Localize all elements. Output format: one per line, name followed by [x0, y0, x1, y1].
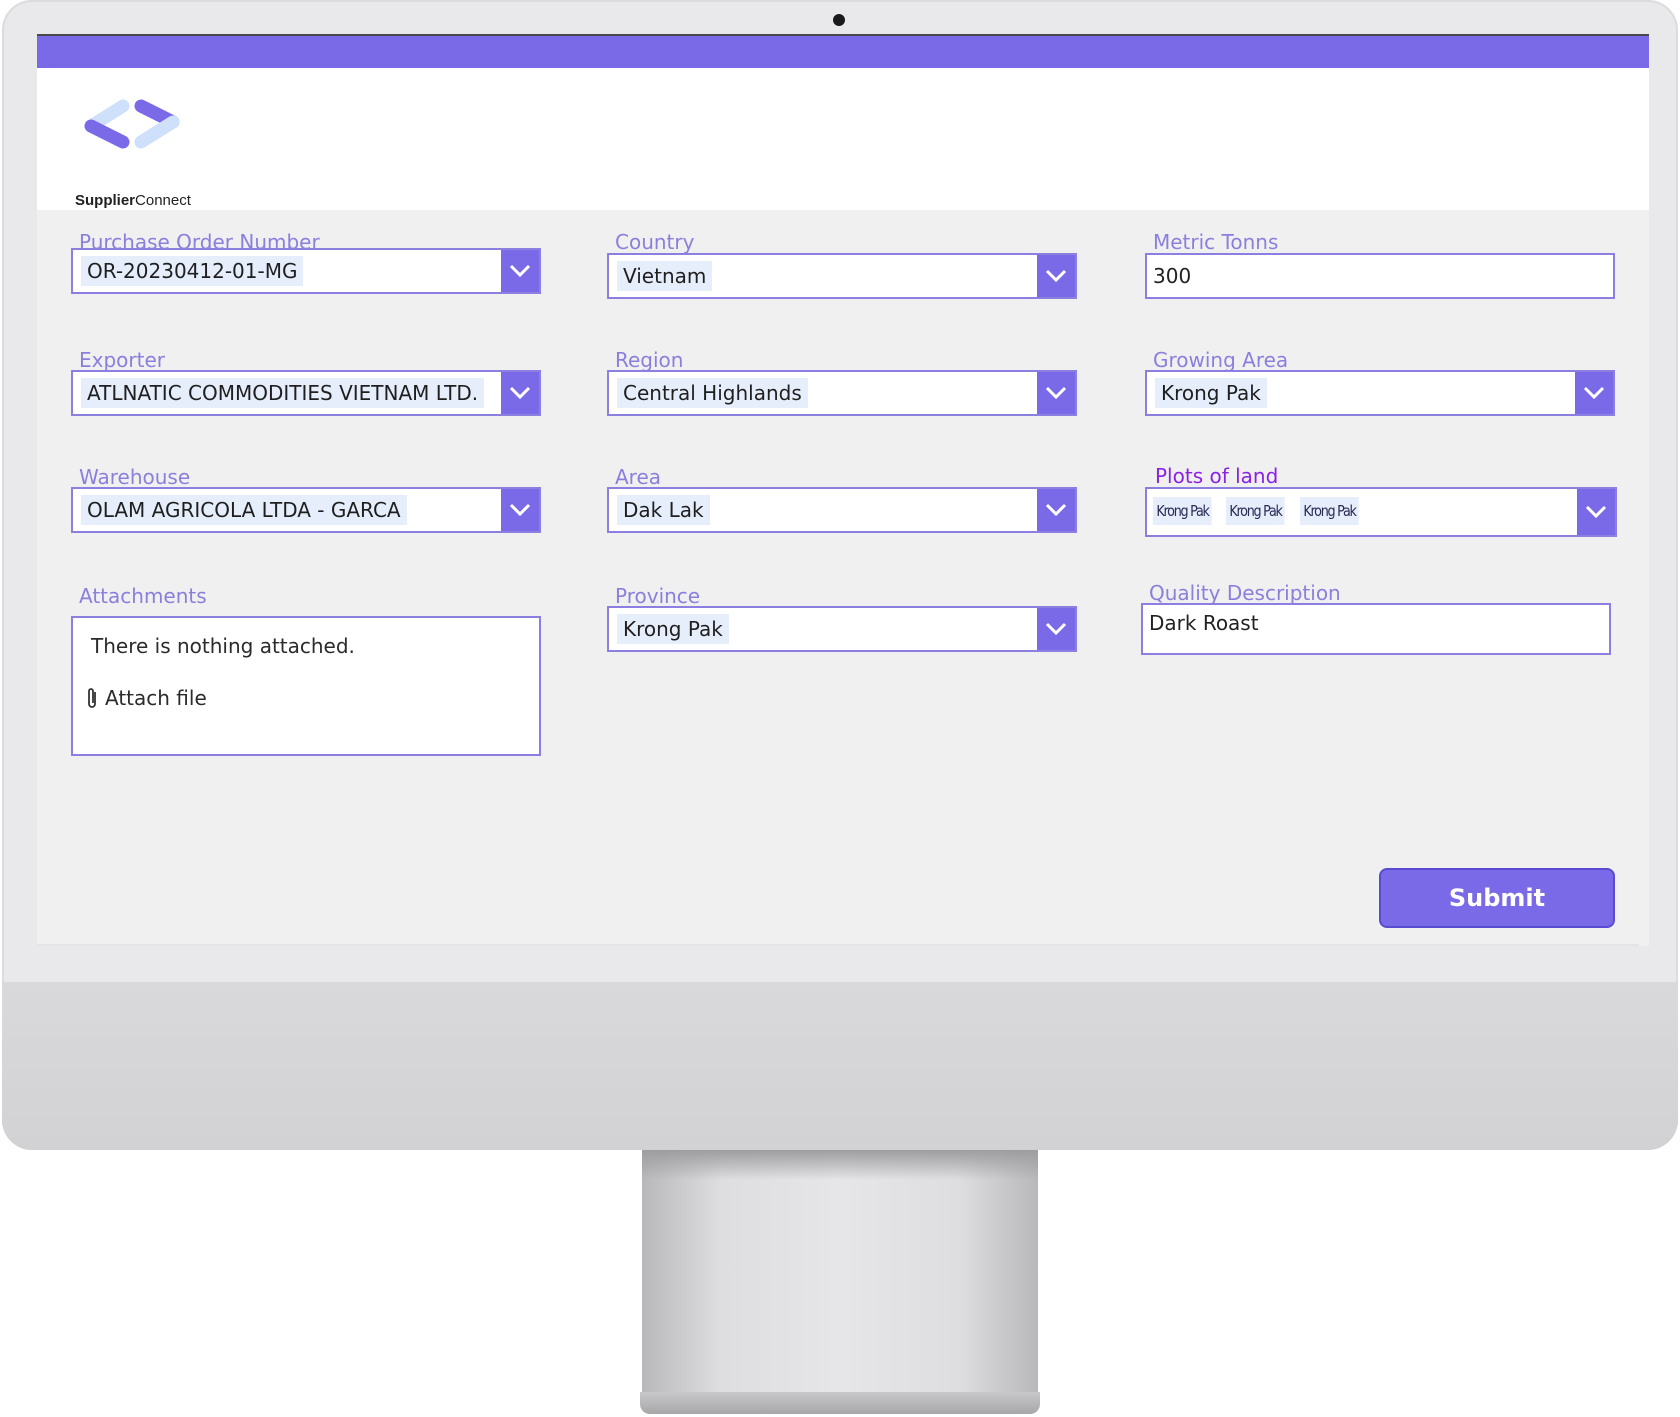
province-label: Province: [615, 584, 701, 608]
attachments-label: Attachments: [79, 584, 207, 608]
chevron-down-icon[interactable]: [1037, 608, 1075, 650]
plots-chip-list: Krong Pak Krong Pak Krong Pak: [1153, 497, 1369, 525]
purchase-order-value: OR-20230412-01-MG: [81, 256, 304, 286]
metric-tonns-input[interactable]: 300: [1145, 253, 1615, 299]
growing-area-value: Krong Pak: [1155, 378, 1267, 408]
quality-description-label: Quality Description: [1149, 581, 1341, 605]
app-screen: SupplierConnect Purchase Order Number OR…: [37, 34, 1649, 946]
province-dropdown[interactable]: Krong Pak: [607, 606, 1077, 652]
chevron-down-icon[interactable]: [1037, 372, 1075, 414]
region-label: Region: [615, 348, 684, 372]
plot-chip[interactable]: Krong Pak: [1226, 497, 1286, 525]
purchase-order-dropdown[interactable]: OR-20230412-01-MG: [71, 248, 541, 294]
monitor-chin: [2, 982, 1678, 1150]
area-value: Dak Lak: [617, 495, 710, 525]
screen-divider: [37, 944, 1639, 946]
area-dropdown[interactable]: Dak Lak: [607, 487, 1077, 533]
growing-area-dropdown[interactable]: Krong Pak: [1145, 370, 1615, 416]
monitor-stand: [642, 1150, 1038, 1392]
camera-icon: [833, 14, 845, 26]
monitor-stand-base: [640, 1392, 1040, 1414]
chevron-down-icon[interactable]: [501, 372, 539, 414]
warehouse-label: Warehouse: [79, 465, 191, 489]
region-dropdown[interactable]: Central Highlands: [607, 370, 1077, 416]
plot-chip[interactable]: Krong Pak: [1153, 497, 1212, 525]
chevron-down-icon[interactable]: [501, 489, 539, 531]
app-header: SupplierConnect: [37, 68, 1649, 210]
warehouse-value: OLAM AGRICOLA LTDA - GARCA: [81, 495, 407, 525]
attachments-box: There is nothing attached. Attach file: [71, 616, 541, 756]
submit-button[interactable]: Submit: [1379, 868, 1615, 928]
area-label: Area: [615, 465, 662, 489]
plot-chip[interactable]: Krong Pak: [1299, 497, 1359, 525]
exporter-dropdown[interactable]: ATLNATIC COMMODITIES VIETNAM LTD.: [71, 370, 541, 416]
attach-file-button[interactable]: Attach file: [85, 686, 207, 710]
chevron-down-icon[interactable]: [501, 250, 539, 292]
region-value: Central Highlands: [617, 378, 808, 408]
chevron-down-icon[interactable]: [1577, 489, 1615, 535]
quality-description-value: Dark Roast: [1149, 611, 1259, 635]
chevron-down-icon[interactable]: [1575, 372, 1613, 414]
plots-of-land-label: Plots of land: [1155, 464, 1279, 488]
warehouse-dropdown[interactable]: OLAM AGRICOLA LTDA - GARCA: [71, 487, 541, 533]
brand-name: SupplierConnect: [75, 192, 191, 209]
metric-tonns-label: Metric Tonns: [1153, 230, 1279, 254]
exporter-label: Exporter: [79, 348, 165, 372]
country-value: Vietnam: [617, 261, 713, 291]
plots-of-land-multiselect[interactable]: Krong Pak Krong Pak Krong Pak: [1145, 487, 1617, 537]
country-dropdown[interactable]: Vietnam: [607, 253, 1077, 299]
app-top-bar: [37, 34, 1649, 70]
exporter-value: ATLNATIC COMMODITIES VIETNAM LTD.: [81, 378, 485, 408]
chevron-down-icon[interactable]: [1037, 255, 1075, 297]
country-label: Country: [615, 230, 695, 254]
attachments-empty-text: There is nothing attached.: [91, 634, 355, 658]
supplier-connect-logo-icon: [84, 99, 180, 149]
province-value: Krong Pak: [617, 614, 729, 644]
chevron-down-icon[interactable]: [1037, 489, 1075, 531]
metric-tonns-value: 300: [1153, 264, 1192, 288]
growing-area-label: Growing Area: [1153, 348, 1289, 372]
paperclip-icon: [88, 688, 96, 708]
attach-file-label: Attach file: [105, 686, 207, 710]
quality-description-input[interactable]: Dark Roast: [1141, 603, 1611, 655]
